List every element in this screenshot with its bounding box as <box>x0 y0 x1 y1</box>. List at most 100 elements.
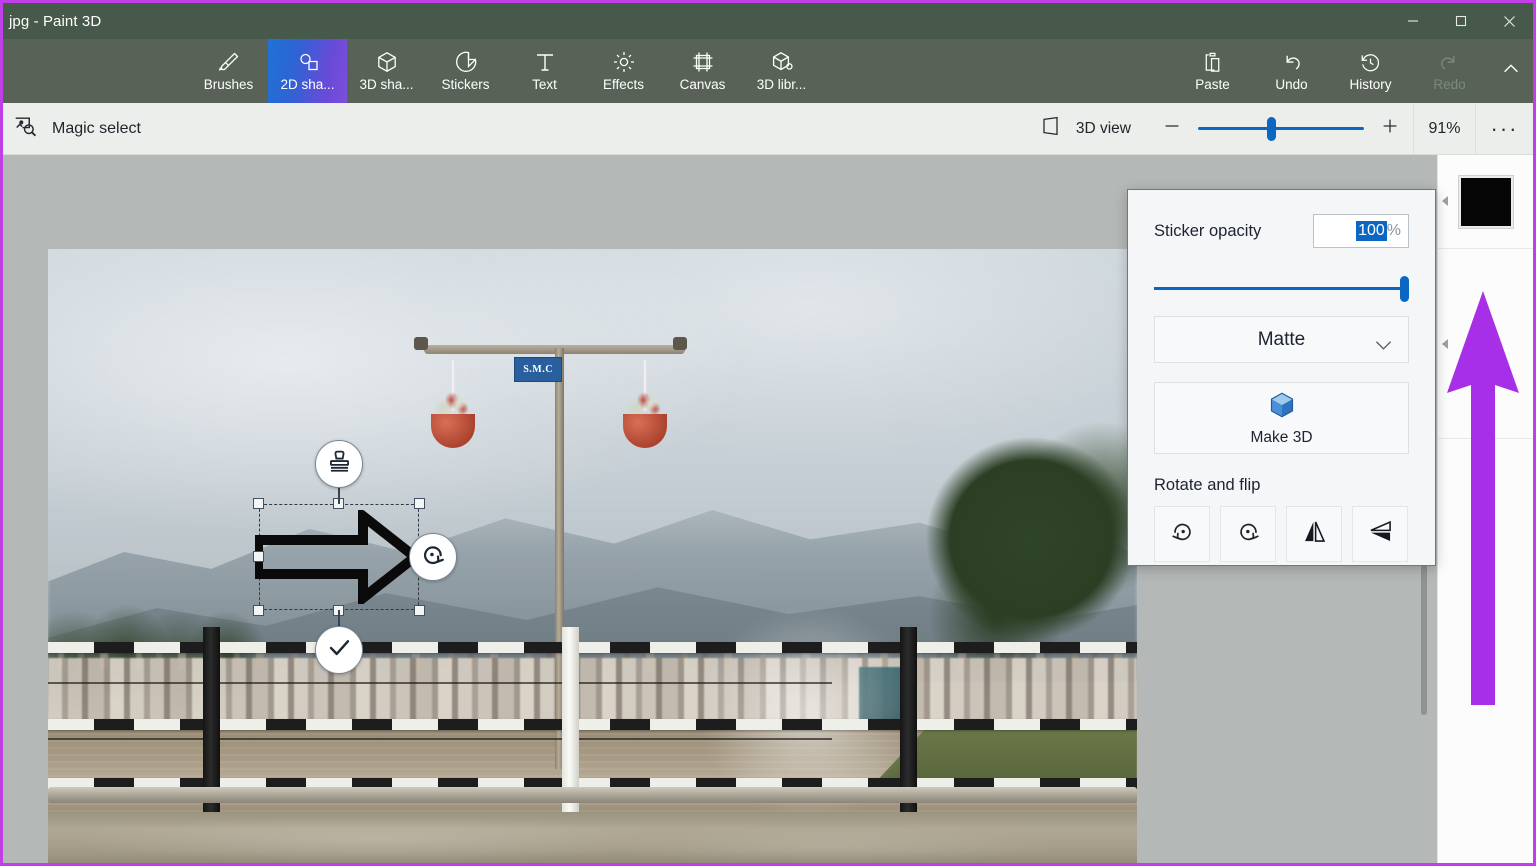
make-3d-button[interactable]: Make 3D <box>1154 382 1409 454</box>
rotate-and-flip-buttons <box>1154 506 1409 562</box>
image-canvas[interactable]: S.M.C <box>48 249 1137 863</box>
zoom-slider[interactable] <box>1195 103 1367 155</box>
history-icon <box>1359 51 1382 74</box>
restore-button[interactable] <box>1437 3 1485 39</box>
photo-railing-post-center <box>562 626 579 813</box>
stamp-icon <box>326 448 353 480</box>
ribbon-tab-label: Text <box>532 77 557 92</box>
action-label: History <box>1349 76 1392 92</box>
2d-shapes-icon <box>296 50 320 74</box>
rotate-left-button[interactable] <box>1154 506 1210 562</box>
rotate-right-icon <box>1235 518 1262 550</box>
zoom-in-button[interactable] <box>1367 103 1413 155</box>
shape-selection[interactable] <box>253 440 457 674</box>
magic-select-button[interactable]: Magic select <box>3 103 155 155</box>
resize-handle-top-left[interactable] <box>253 498 264 509</box>
photo-arm-cap-left <box>413 336 428 350</box>
ribbon-tab-label: 3D sha... <box>359 77 414 92</box>
paste-button[interactable]: Paste <box>1173 39 1252 103</box>
close-button[interactable] <box>1485 3 1533 39</box>
ribbon-tab-stickers[interactable]: Stickers <box>426 39 505 103</box>
photo-railing-post-right <box>899 626 917 813</box>
stickers-icon <box>454 50 478 74</box>
minimize-button[interactable] <box>1389 3 1437 39</box>
action-label: Paste <box>1195 76 1230 92</box>
undo-button[interactable]: Undo <box>1252 39 1331 103</box>
photo-wire-upper <box>48 682 833 685</box>
photo-wire-lower <box>48 738 833 740</box>
settings-expand-caret-icon <box>1442 339 1448 349</box>
window-controls <box>1389 3 1533 39</box>
effects-icon <box>612 50 636 74</box>
zoom-slider-thumb[interactable] <box>1267 116 1276 141</box>
magic-select-label: Magic select <box>52 119 141 137</box>
right-sidebar <box>1437 155 1533 863</box>
redo-button[interactable]: Redo <box>1410 39 1489 103</box>
undo-icon <box>1280 51 1303 74</box>
make-3d-label: Make 3D <box>1250 428 1313 446</box>
ribbon-tab-label: Effects <box>602 77 645 92</box>
zoom-out-button[interactable] <box>1149 103 1195 155</box>
resize-handle-bottom-left[interactable] <box>253 605 264 616</box>
ribbon-tools: Brushes 2D sha... 3D sha... Stickers Tex… <box>189 39 821 103</box>
flip-horizontal-icon <box>1301 518 1328 550</box>
arrow-shape[interactable] <box>253 505 424 609</box>
rotate-left-icon <box>1169 518 1196 550</box>
shape-settings-section[interactable] <box>1438 249 1533 439</box>
chevron-down-icon <box>1375 335 1392 357</box>
sliders-icon[interactable] <box>1473 319 1498 349</box>
material-selected-value: Matte <box>1257 328 1306 350</box>
resize-handle-top-right[interactable] <box>414 498 425 509</box>
ribbon-tab-text[interactable]: Text <box>505 39 584 103</box>
sticker-properties-panel: Sticker opacity 100% Matte Make 3D Rotat… <box>1127 189 1436 566</box>
rotate-right-button[interactable] <box>1220 506 1276 562</box>
photo-hanging-basket-right <box>618 360 671 449</box>
ribbon-tab-label: Canvas <box>679 77 726 92</box>
opacity-row: Sticker opacity 100% <box>1154 214 1409 248</box>
opacity-input[interactable]: 100% <box>1313 214 1409 248</box>
ribbon-tab-effects[interactable]: Effects <box>584 39 663 103</box>
flip-horizontal-button[interactable] <box>1286 506 1342 562</box>
rotate-handle-icon <box>419 541 447 574</box>
check-icon <box>326 634 353 666</box>
resize-handle-bottom-right[interactable] <box>414 605 425 616</box>
ribbon-tab-3d-shapes[interactable]: 3D sha... <box>347 39 426 103</box>
paste-icon <box>1201 51 1224 74</box>
more-options-button[interactable]: ··· <box>1475 102 1533 155</box>
3d-library-icon <box>770 50 794 74</box>
history-button[interactable]: History <box>1331 39 1410 103</box>
rotate-handle[interactable] <box>409 533 457 581</box>
current-color-swatch[interactable] <box>1458 175 1513 228</box>
stamp-button[interactable] <box>315 440 363 488</box>
collapse-ribbon-button[interactable] <box>1489 39 1533 103</box>
ribbon-tab-canvas[interactable]: Canvas <box>663 39 742 103</box>
ribbon-tab-label: 2D sha... <box>280 77 335 92</box>
zoom-controls: 3D view 91% ··· <box>1022 102 1533 155</box>
text-icon <box>533 50 557 74</box>
minus-icon <box>1161 115 1183 142</box>
3d-view-button[interactable]: 3D view <box>1022 103 1149 155</box>
flip-vertical-button[interactable] <box>1352 506 1408 562</box>
window-title: jpg - Paint 3D <box>9 12 102 30</box>
ribbon-tab-3d-library[interactable]: 3D libr... <box>742 39 821 103</box>
opacity-slider-thumb[interactable] <box>1400 276 1409 302</box>
plus-icon <box>1379 115 1401 142</box>
material-dropdown[interactable]: Matte <box>1154 316 1409 363</box>
3d-view-label: 3D view <box>1075 119 1131 137</box>
ribbon-tab-2d-shapes[interactable]: 2D sha... <box>268 39 347 103</box>
color-section[interactable] <box>1438 155 1533 249</box>
flip-vertical-icon <box>1367 518 1394 550</box>
confirm-button[interactable] <box>315 626 363 674</box>
ribbon-tab-brushes[interactable]: Brushes <box>189 39 268 103</box>
ribbon-tab-label: 3D libr... <box>756 77 807 92</box>
basket-pot <box>622 414 667 449</box>
secondary-toolbar: Magic select 3D view 91% ··· <box>3 102 1533 155</box>
opacity-value-selected[interactable]: 100 <box>1356 221 1387 241</box>
magic-select-icon <box>13 114 38 144</box>
basket-pot <box>430 414 475 449</box>
stamp-connector-line <box>338 486 340 504</box>
opacity-slider[interactable] <box>1154 274 1409 304</box>
photo-arm-cap-right <box>673 336 688 350</box>
resize-handle-middle-left[interactable] <box>253 551 264 562</box>
ribbon-tab-label: Stickers <box>441 77 490 92</box>
